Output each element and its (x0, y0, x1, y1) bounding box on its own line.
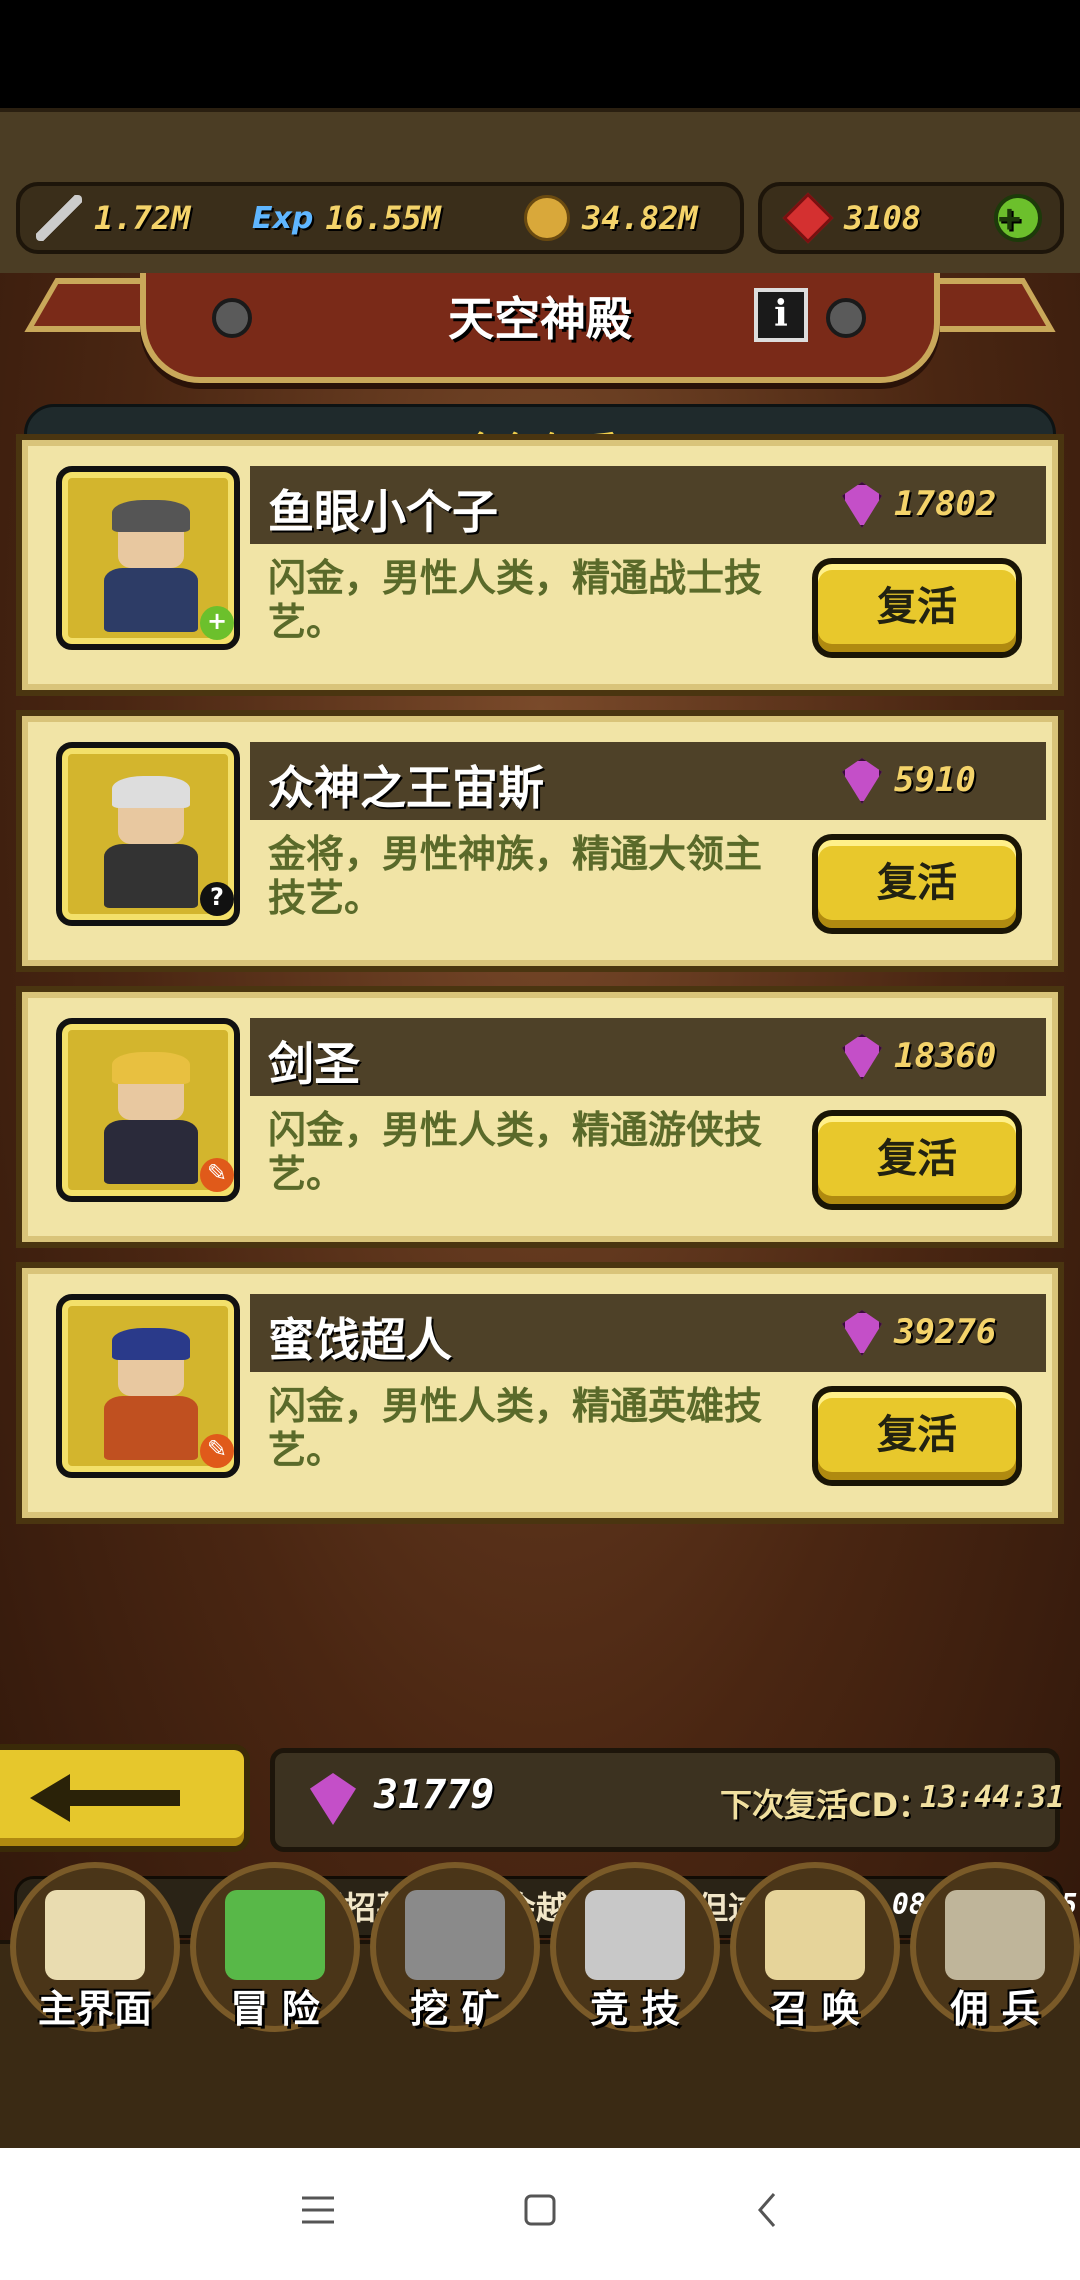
nav-mercenary-icon (945, 1890, 1045, 1980)
nav-summon-label: 召 唤 (770, 1987, 860, 2031)
add-ruby-button[interactable]: + (994, 194, 1042, 242)
hero-body (104, 844, 198, 908)
game-screen: 1.72M Exp 16.55M 34.82M 3108 + 天空神殿 i 金色… (0, 108, 1080, 2148)
sword-icon (36, 195, 82, 241)
resource-bar: 1.72M Exp 16.55M 34.82M 3108 + (0, 108, 1080, 273)
revive-button[interactable]: 复活 (812, 1386, 1022, 1486)
hero-description: 闪金，男性人类，精通游侠技艺。 (268, 1108, 763, 1196)
revive-button[interactable]: 复活 (812, 834, 1022, 934)
exp-stat: Exp 16.55M (252, 184, 441, 252)
ruby-stat: 3108 (782, 184, 922, 252)
page-title: 天空神殿 (448, 292, 632, 346)
gold-stat: 34.82M (524, 184, 698, 252)
ruby-icon (782, 192, 834, 244)
revive-price: 17802 (894, 484, 997, 524)
gold-value: 34.82M (582, 199, 698, 237)
hero-portrait[interactable]: + (56, 466, 240, 650)
nav-home-icon (45, 1890, 145, 1980)
hero-body (104, 1396, 198, 1460)
gem-total: 31779 (374, 1772, 495, 1818)
hero-portrait[interactable]: ? (56, 742, 240, 926)
system-nav-bar (0, 2148, 1080, 2280)
hero-description: 闪金，男性人类，精通战士技艺。 (268, 556, 763, 644)
exp-value: 16.55M (325, 199, 441, 237)
revive-price: 39276 (894, 1312, 997, 1352)
nav-mercenary-label: 佣 兵 (950, 1987, 1040, 2031)
attack-stat: 1.72M (36, 184, 190, 252)
mercenary-card: ? 众神之王宙斯 5910 金将，男性神族，精通大领主技艺。 复活 (16, 710, 1064, 972)
hero-badge-icon: ? (200, 882, 234, 916)
nav-adventure-icon (225, 1890, 325, 1980)
hero-body (104, 568, 198, 632)
hero-badge-icon: ✎ (200, 1158, 234, 1192)
hero-body (104, 1120, 198, 1184)
nav-mining-label: 挖 矿 (410, 1987, 500, 2031)
hero-hair (112, 1052, 190, 1084)
hero-hair (112, 1328, 190, 1360)
cooldown-label: 下次复活CD： (720, 1786, 931, 1824)
hero-badge-icon: + (200, 606, 234, 640)
hero-hair (112, 500, 190, 532)
hero-description: 闪金，男性人类，精通英雄技艺。 (268, 1384, 763, 1472)
hero-name: 剑圣 (268, 1037, 360, 1091)
mercenary-card: + 鱼眼小个子 17802 闪金，男性人类，精通战士技艺。 复活 (16, 434, 1064, 696)
revive-price: 18360 (894, 1036, 997, 1076)
revive-price: 5910 (894, 760, 976, 800)
menu-icon[interactable] (298, 2190, 338, 2230)
hero-name: 众神之王宙斯 (268, 761, 544, 815)
info-button[interactable]: i (754, 288, 808, 342)
mercenary-card: ✎ 剑圣 18360 闪金，男性人类，精通游侠技艺。 复活 (16, 986, 1064, 1248)
attack-value: 1.72M (94, 199, 191, 237)
nav-adventure-label: 冒 险 (230, 1987, 320, 2031)
arrow-left-icon (30, 1774, 180, 1822)
exp-icon: Exp (252, 200, 314, 236)
status-bar (0, 0, 1080, 108)
revive-button[interactable]: 复活 (812, 558, 1022, 658)
hero-portrait[interactable]: ✎ (56, 1018, 240, 1202)
hero-hair (112, 776, 190, 808)
hero-portrait[interactable]: ✎ (56, 1294, 240, 1478)
home-icon[interactable] (520, 2190, 560, 2230)
nav-arena-label: 竞 技 (590, 1987, 680, 2031)
mercenary-card: ✎ 蜜饯超人 39276 闪金，男性人类，精通英雄技艺。 复活 (16, 1262, 1064, 1524)
hero-description: 金将，男性神族，精通大领主技艺。 (268, 832, 763, 920)
nav-mining-icon (405, 1890, 505, 1980)
hero-name: 鱼眼小个子 (268, 485, 498, 539)
hero-badge-icon: ✎ (200, 1434, 234, 1468)
nav-home-label: 主界面 (37, 1987, 152, 2031)
nav-arena-icon (585, 1890, 685, 1980)
nav-summon-icon (765, 1890, 865, 1980)
revive-button[interactable]: 复活 (812, 1110, 1022, 1210)
back-icon[interactable] (748, 2190, 788, 2230)
ruby-value: 3108 (844, 199, 922, 237)
cooldown-time: 13:44:31 (920, 1780, 1065, 1815)
plus-icon: + (998, 196, 1021, 240)
hero-name: 蜜饯超人 (268, 1313, 452, 1367)
coin-icon (524, 195, 570, 241)
